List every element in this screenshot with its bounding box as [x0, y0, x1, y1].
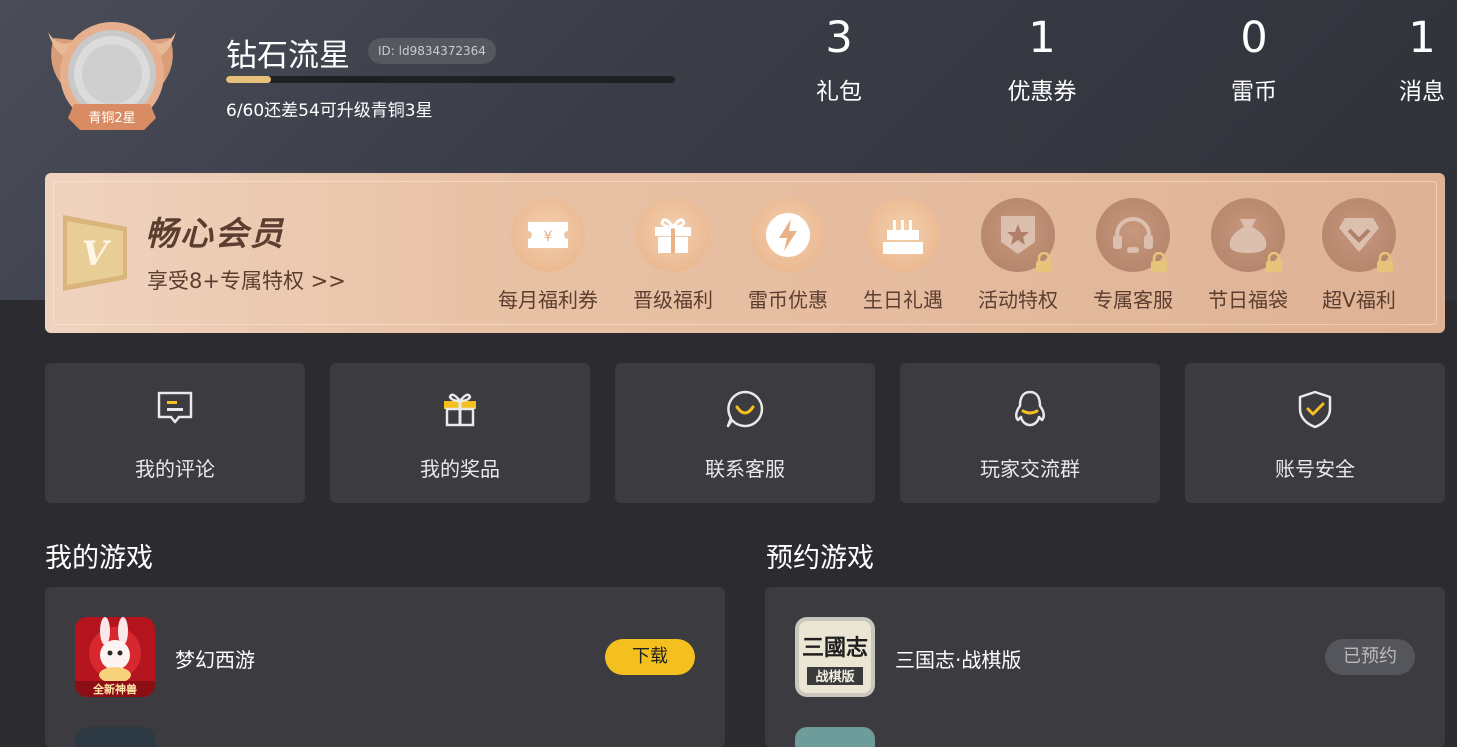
perk-coin-discount[interactable]: 雷币优惠	[728, 198, 848, 313]
stat-label: 消息	[1399, 79, 1445, 105]
shield-check-icon	[1298, 390, 1332, 429]
perk-monthly-voucher[interactable]: ¥ 每月福利券	[488, 198, 608, 313]
download-button[interactable]: 下载	[605, 639, 695, 675]
game-name[interactable]: 梦幻西游	[175, 644, 255, 673]
stat-coupons[interactable]: 1 优惠券	[982, 12, 1102, 106]
lightning-icon	[751, 198, 825, 272]
username: 钻石流星	[226, 38, 350, 74]
stat-value: 1	[1408, 13, 1436, 63]
perk-upgrade-reward[interactable]: 晋级福利	[613, 198, 733, 313]
perk-label: 活动特权	[978, 288, 1058, 312]
cake-icon	[866, 198, 940, 272]
perk-exclusive-service[interactable]: 专属客服	[1073, 198, 1193, 313]
svg-text:三國志: 三國志	[802, 635, 868, 661]
ticket-icon: ¥	[511, 198, 585, 272]
tile-player-group[interactable]: 玩家交流群	[900, 363, 1160, 503]
section-title-my-games: 我的游戏	[45, 543, 153, 574]
reserved-games-panel: 三國志 战棋版 三国志·战棋版 已预约	[765, 587, 1445, 747]
reserved-button[interactable]: 已预约	[1325, 639, 1415, 675]
tile-label: 账号安全	[1275, 457, 1355, 481]
user-id-badge[interactable]: ID: ld9834372364	[368, 38, 496, 64]
stat-label: 雷币	[1231, 79, 1277, 105]
avatar[interactable]: 青铜2星	[44, 18, 180, 136]
perk-label: 晋级福利	[633, 288, 713, 312]
vip-subtitle-link[interactable]: 享受8+专属特权 >>	[147, 265, 346, 295]
perk-event-privilege[interactable]: 活动特权	[958, 198, 1078, 313]
perk-label: 超V福利	[1322, 288, 1396, 312]
lock-icon	[1266, 252, 1282, 272]
tile-label: 我的奖品	[420, 457, 500, 481]
section-title-reserved-games: 预约游戏	[766, 543, 874, 574]
game-icon-menghuan[interactable]: 全新神兽	[75, 617, 155, 697]
stat-value: 0	[1240, 13, 1268, 63]
money-bag-icon	[1211, 198, 1285, 272]
vip-banner[interactable]: V 畅心会员 享受8+专属特权 >> ¥ 每月福利券 晋级福利 雷币优惠 生日礼…	[45, 173, 1445, 333]
gift-icon	[636, 198, 710, 272]
vip-v-badge-icon: V	[63, 215, 127, 295]
svg-text:V: V	[82, 234, 112, 274]
qq-penguin-icon	[1015, 390, 1045, 427]
lock-icon	[1151, 252, 1167, 272]
gift-icon	[444, 393, 476, 427]
level-progress-fill	[226, 76, 271, 83]
perk-label: 每月福利券	[498, 288, 598, 312]
perk-holiday-bag[interactable]: 节日福袋	[1188, 198, 1308, 313]
rank-badge-icon: 青铜2星	[48, 22, 176, 130]
svg-text:全新神兽: 全新神兽	[92, 682, 137, 696]
perk-label: 专属客服	[1093, 288, 1173, 312]
svg-text:战棋版: 战棋版	[815, 669, 854, 685]
perk-label: 生日礼遇	[863, 288, 943, 312]
stat-messages[interactable]: 1 消息	[1362, 12, 1457, 106]
my-games-panel: 全新神兽 梦幻西游 下载	[45, 587, 725, 747]
stat-label: 礼包	[816, 79, 862, 105]
stat-coins[interactable]: 0 雷币	[1194, 12, 1314, 106]
lock-icon	[1036, 252, 1052, 272]
stat-value: 3	[825, 13, 853, 63]
star-badge-icon	[981, 198, 1055, 272]
headset-icon	[1096, 198, 1170, 272]
comment-icon	[157, 391, 193, 424]
stat-value: 1	[1028, 13, 1056, 63]
tile-contact-support[interactable]: 联系客服	[615, 363, 875, 503]
perk-birthday-gift[interactable]: 生日礼遇	[843, 198, 963, 313]
tile-label: 我的评论	[135, 457, 215, 481]
tile-my-comments[interactable]: 我的评论	[45, 363, 305, 503]
level-progress-bar	[226, 76, 675, 83]
vip-title: 畅心会员	[145, 214, 285, 253]
game-name[interactable]: 三国志·战棋版	[895, 644, 1021, 673]
tile-label: 联系客服	[705, 457, 785, 481]
tile-label: 玩家交流群	[980, 457, 1080, 481]
perk-label: 雷币优惠	[748, 288, 828, 312]
game-icon-sanguozhi[interactable]: 三國志 战棋版	[795, 617, 875, 697]
perk-label: 节日福袋	[1208, 288, 1288, 312]
tile-account-security[interactable]: 账号安全	[1185, 363, 1445, 503]
perk-super-v[interactable]: 超V福利	[1299, 198, 1419, 313]
level-progress-text: 6/60还差54可升级青铜3星	[226, 101, 433, 121]
svg-text:¥: ¥	[544, 229, 553, 245]
stat-gifts[interactable]: 3 礼包	[779, 12, 899, 106]
lock-icon	[1377, 252, 1393, 272]
stat-label: 优惠券	[1007, 79, 1077, 105]
game-icon-next[interactable]	[795, 727, 875, 747]
tile-my-prizes[interactable]: 我的奖品	[330, 363, 590, 503]
chat-smile-icon	[726, 390, 764, 428]
game-icon-next[interactable]	[75, 727, 155, 747]
rank-badge-label: 青铜2星	[88, 111, 135, 126]
diamond-icon	[1322, 198, 1396, 272]
